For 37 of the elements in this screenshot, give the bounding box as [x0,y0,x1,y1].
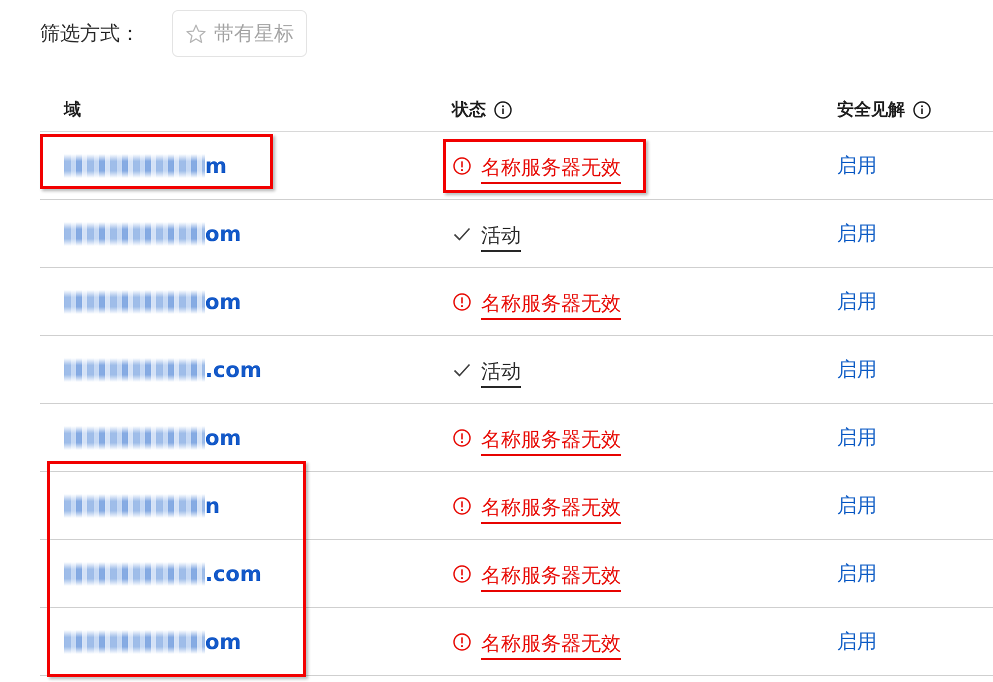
info-icon[interactable] [494,100,512,118]
domain-link[interactable]: .com [205,358,262,382]
error-icon [453,292,471,310]
insight-link[interactable]: 启用 [837,492,877,519]
insight-link[interactable]: 启用 [837,356,877,383]
error-icon [453,428,471,446]
status-link[interactable]: 名称服务器无效 [481,154,621,184]
status-link[interactable]: 名称服务器无效 [481,494,621,524]
error-icon [453,496,471,514]
status-link[interactable]: 活动 [481,358,521,388]
insight-link[interactable]: 启用 [837,220,877,247]
status-link[interactable]: 名称服务器无效 [481,290,621,320]
star-icon [186,24,206,44]
insight-link[interactable]: 启用 [837,628,877,655]
filter-label: 筛选方式： [40,20,140,47]
insight-link[interactable]: 启用 [837,152,877,179]
insight-link[interactable]: 启用 [837,288,877,315]
error-icon [453,156,471,174]
domain-link[interactable]: om [205,630,242,654]
error-icon [453,564,471,582]
info-icon[interactable] [913,100,931,118]
column-header: 域 [64,99,81,121]
domain-link[interactable]: m [205,154,227,178]
domain-link[interactable]: n [205,494,220,518]
insight-link[interactable]: 启用 [837,560,877,587]
status-link[interactable]: 名称服务器无效 [481,630,621,660]
domain-link[interactable]: om [205,426,242,450]
status-link[interactable]: 名称服务器无效 [481,426,621,456]
status-link[interactable]: 活动 [481,222,521,252]
insight-link[interactable]: 启用 [837,424,877,451]
column-header: 状态 [452,99,486,121]
domain-link[interactable]: .com [205,562,262,586]
error-icon [453,632,471,650]
column-header: 安全见解 [837,99,905,121]
status-link[interactable]: 名称服务器无效 [481,562,621,592]
domain-link[interactable]: om [205,290,242,314]
domain-link[interactable]: om [205,222,242,246]
